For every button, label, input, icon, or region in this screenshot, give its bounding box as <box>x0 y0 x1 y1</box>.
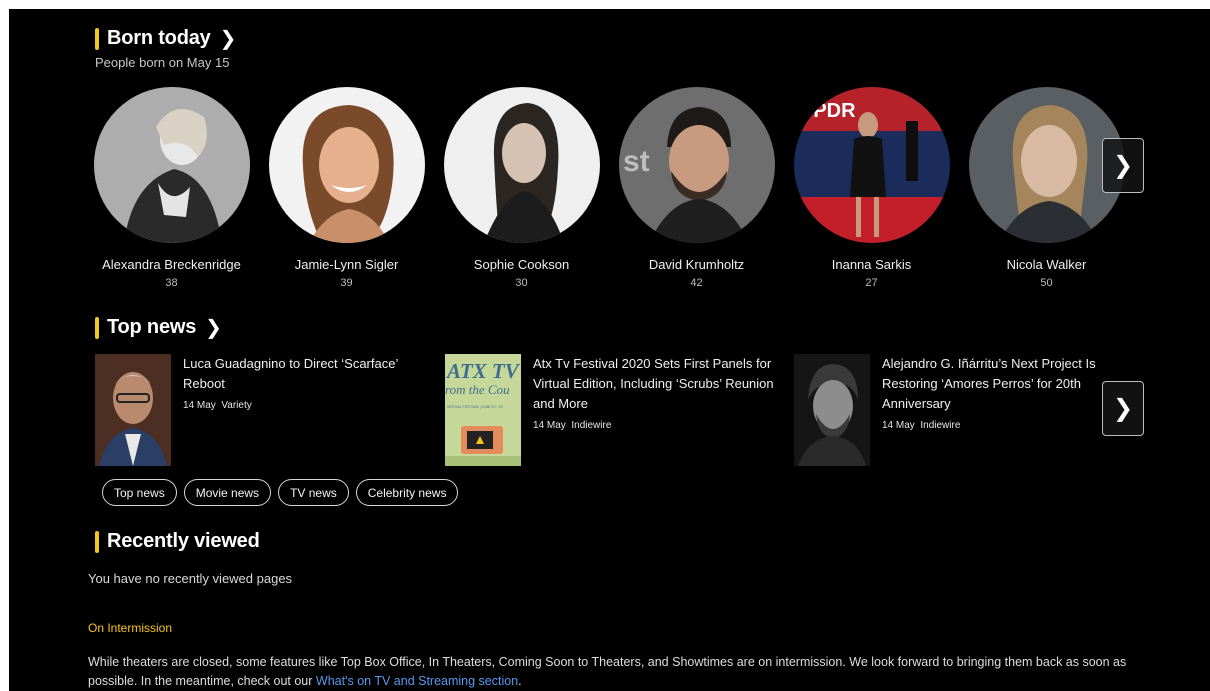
news-thumbnail[interactable] <box>95 354 171 466</box>
news-thumbnail[interactable] <box>794 354 870 466</box>
news-date: 14 May <box>533 420 566 431</box>
person-card[interactable]: Sophie Cookson 30 <box>434 87 609 289</box>
person-name[interactable]: Jamie-Lynn Sigler <box>259 257 434 272</box>
news-source[interactable]: Indiewire <box>571 420 611 431</box>
news-item[interactable]: Luca Guadagnino to Direct ‘Scarface’ Reb… <box>95 354 435 466</box>
accent-bar <box>95 316 99 339</box>
person-age: 39 <box>340 277 353 289</box>
recently-viewed-title: Recently viewed <box>107 530 260 552</box>
news-date: 14 May <box>183 400 216 411</box>
svg-text:st: st <box>623 145 650 178</box>
accent-bar <box>95 27 99 50</box>
avatar[interactable]: SPDR <box>793 87 950 243</box>
person-name[interactable]: Inanna Sarkis <box>784 257 959 272</box>
chevron-right-icon: ❯ <box>1112 152 1134 179</box>
news-headline[interactable]: Luca Guadagnino to Direct ‘Scarface’ Reb… <box>183 354 435 394</box>
news-item[interactable]: Alejandro G. Iñárritu’s Next Project Is … <box>794 354 1134 466</box>
person-name[interactable]: Sophie Cookson <box>434 257 609 272</box>
born-today-title[interactable]: Born today <box>107 27 211 50</box>
chip-tv-news[interactable]: TV news <box>278 479 349 506</box>
intermission-end: . <box>518 674 522 688</box>
avatar[interactable] <box>268 87 425 243</box>
chevron-right-icon[interactable]: ❯ <box>220 26 237 51</box>
person-age: 27 <box>865 277 878 289</box>
avatar[interactable] <box>443 87 600 243</box>
person-age: 50 <box>1040 277 1053 289</box>
news-filter-chips: Top news Movie news TV news Celebrity ne… <box>102 479 459 506</box>
intermission-body: While theaters are closed, some features… <box>88 655 1127 688</box>
person-card[interactable]: Jamie-Lynn Sigler 39 <box>259 87 434 289</box>
chevron-right-icon[interactable]: ❯ <box>205 315 222 340</box>
news-headline[interactable]: Atx Tv Festival 2020 Sets First Panels f… <box>533 354 785 414</box>
svg-text:SPDR: SPDR <box>800 100 856 122</box>
avatar[interactable]: st <box>618 87 775 243</box>
avatar[interactable] <box>93 87 250 243</box>
news-thumbnail[interactable]: ATX TV rom the Cou VIRTUAL FESTIVAL | JU… <box>445 354 521 466</box>
tv-streaming-link[interactable]: What's on TV and Streaming section <box>316 674 518 688</box>
person-name[interactable]: Nicola Walker <box>959 257 1134 272</box>
page: Born today ❯ People born on May 15 Alexa… <box>9 9 1210 691</box>
news-date: 14 May <box>882 420 915 431</box>
person-age: 42 <box>690 277 703 289</box>
chip-movie-news[interactable]: Movie news <box>183 479 272 506</box>
person-card[interactable]: SPDR Inanna Sarkis 27 <box>784 87 959 289</box>
recently-viewed-header: Recently viewed <box>95 530 260 553</box>
thumb-text-3: VIRTUAL FESTIVAL | JUNE 5-7, 20 <box>447 405 503 409</box>
news-next-button[interactable]: ❯ <box>1102 381 1144 436</box>
intermission-heading: On Intermission <box>88 621 173 635</box>
chip-celebrity-news[interactable]: Celebrity news <box>355 479 459 506</box>
news-source[interactable]: Indiewire <box>920 420 960 431</box>
person-card[interactable]: st David Krumholtz 42 <box>609 87 784 289</box>
accent-bar <box>95 530 99 553</box>
born-today-subtitle: People born on May 15 <box>95 55 230 70</box>
person-age: 30 <box>515 277 528 289</box>
recently-viewed-empty-text: You have no recently viewed pages <box>88 571 293 586</box>
person-name[interactable]: David Krumholtz <box>609 257 784 272</box>
born-today-header[interactable]: Born today ❯ <box>95 26 236 51</box>
news-item[interactable]: ATX TV rom the Cou VIRTUAL FESTIVAL | JU… <box>445 354 785 466</box>
news-headline[interactable]: Alejandro G. Iñárritu’s Next Project Is … <box>882 354 1127 414</box>
chip-top-news[interactable]: Top news <box>102 479 177 506</box>
chevron-right-icon: ❯ <box>1112 395 1134 422</box>
news-source[interactable]: Variety <box>221 400 251 411</box>
person-name[interactable]: Alexandra Breckenridge <box>84 257 259 272</box>
top-news-title[interactable]: Top news <box>107 316 196 339</box>
thumb-text-2: rom the Cou <box>445 382 510 397</box>
news-meta: 14 May Indiewire <box>882 420 960 431</box>
intermission-text: While theaters are closed, some features… <box>88 653 1148 691</box>
thumb-text-1: ATX TV <box>445 359 521 383</box>
news-meta: 14 May Indiewire <box>533 420 611 431</box>
person-card[interactable]: Alexandra Breckenridge 38 <box>84 87 259 289</box>
born-today-next-button[interactable]: ❯ <box>1102 138 1144 193</box>
top-news-header[interactable]: Top news ❯ <box>95 315 222 340</box>
person-age: 38 <box>165 277 178 289</box>
news-meta: 14 May Variety <box>183 400 252 411</box>
